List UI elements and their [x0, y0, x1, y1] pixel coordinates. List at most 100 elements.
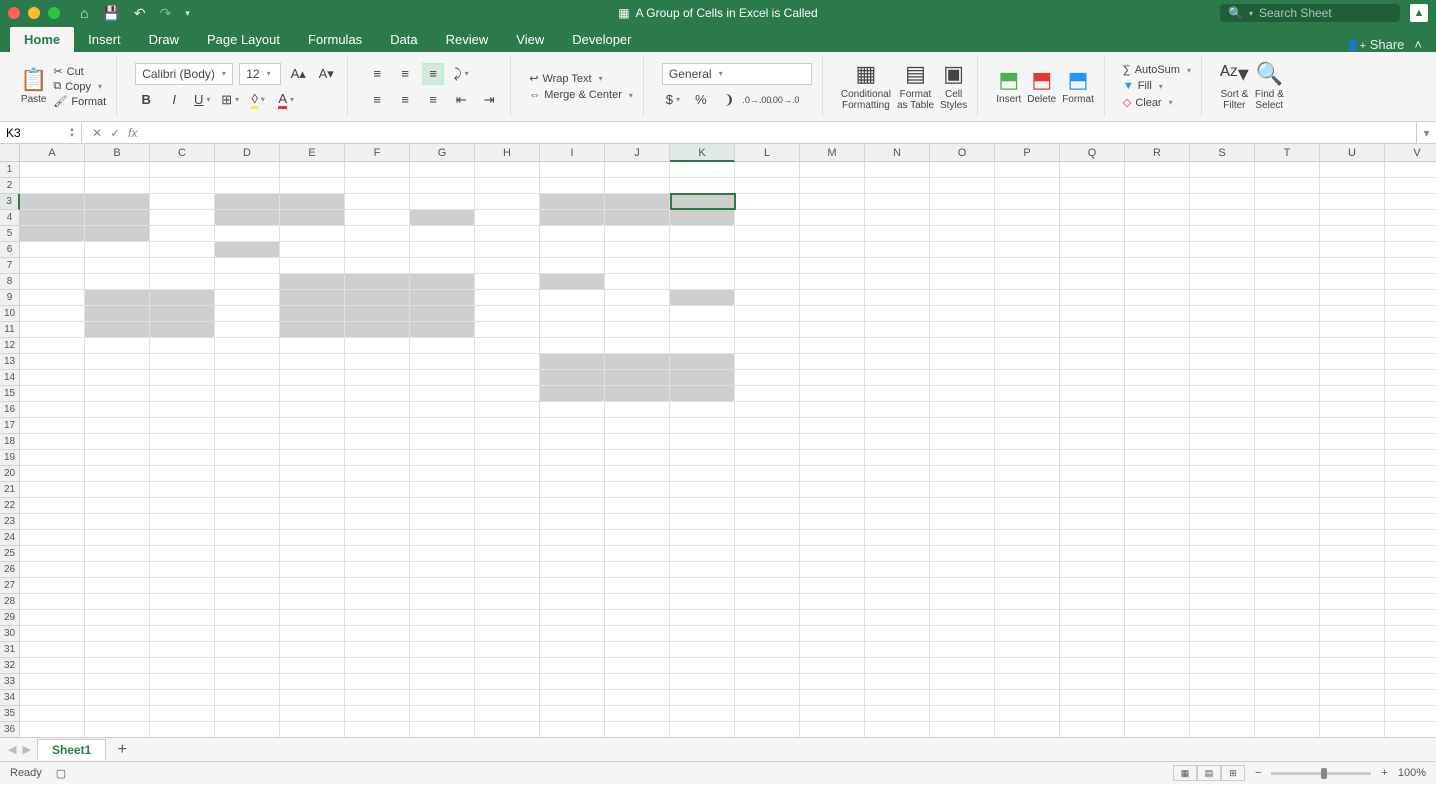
- cell-R16[interactable]: [1125, 402, 1190, 418]
- cell-U17[interactable]: [1320, 418, 1385, 434]
- cell-C1[interactable]: [150, 162, 215, 178]
- cell-L5[interactable]: [735, 226, 800, 242]
- cell-K23[interactable]: [670, 514, 735, 530]
- cell-C4[interactable]: [150, 210, 215, 226]
- cell-V23[interactable]: [1385, 514, 1436, 530]
- cell-D20[interactable]: [215, 466, 280, 482]
- cell-P3[interactable]: [995, 194, 1060, 210]
- cell-K16[interactable]: [670, 402, 735, 418]
- cell-N3[interactable]: [865, 194, 930, 210]
- cell-S23[interactable]: [1190, 514, 1255, 530]
- cell-O28[interactable]: [930, 594, 995, 610]
- row-header-26[interactable]: 26: [0, 562, 20, 578]
- close-window-icon[interactable]: [8, 7, 20, 19]
- zoom-slider[interactable]: [1271, 772, 1371, 775]
- cell-R31[interactable]: [1125, 642, 1190, 658]
- tab-home[interactable]: Home: [10, 27, 74, 52]
- cell-E8[interactable]: [280, 274, 345, 290]
- find-select-button[interactable]: 🔍Find & Select: [1255, 62, 1284, 110]
- cell-E29[interactable]: [280, 610, 345, 626]
- cell-O35[interactable]: [930, 706, 995, 722]
- cell-N2[interactable]: [865, 178, 930, 194]
- cell-D24[interactable]: [215, 530, 280, 546]
- search-box[interactable]: 🔍 ▾ Search Sheet: [1220, 4, 1400, 22]
- cell-K34[interactable]: [670, 690, 735, 706]
- cell-S24[interactable]: [1190, 530, 1255, 546]
- cell-B27[interactable]: [85, 578, 150, 594]
- cell-D10[interactable]: [215, 306, 280, 322]
- cell-S13[interactable]: [1190, 354, 1255, 370]
- cell-T25[interactable]: [1255, 546, 1320, 562]
- cell-H27[interactable]: [475, 578, 540, 594]
- cell-S15[interactable]: [1190, 386, 1255, 402]
- cell-C26[interactable]: [150, 562, 215, 578]
- cell-Q28[interactable]: [1060, 594, 1125, 610]
- cell-P1[interactable]: [995, 162, 1060, 178]
- cell-R21[interactable]: [1125, 482, 1190, 498]
- cell-K33[interactable]: [670, 674, 735, 690]
- font-size-combo[interactable]: 12: [239, 63, 281, 85]
- cell-S1[interactable]: [1190, 162, 1255, 178]
- cell-P14[interactable]: [995, 370, 1060, 386]
- cell-F30[interactable]: [345, 626, 410, 642]
- cell-I30[interactable]: [540, 626, 605, 642]
- cell-K21[interactable]: [670, 482, 735, 498]
- cell-U14[interactable]: [1320, 370, 1385, 386]
- cell-T3[interactable]: [1255, 194, 1320, 210]
- cell-U30[interactable]: [1320, 626, 1385, 642]
- currency-icon[interactable]: $: [662, 89, 684, 111]
- cell-J5[interactable]: [605, 226, 670, 242]
- cell-I28[interactable]: [540, 594, 605, 610]
- cell-T13[interactable]: [1255, 354, 1320, 370]
- cell-F22[interactable]: [345, 498, 410, 514]
- column-header-L[interactable]: L: [735, 144, 800, 162]
- cell-E11[interactable]: [280, 322, 345, 338]
- cell-E34[interactable]: [280, 690, 345, 706]
- cell-V22[interactable]: [1385, 498, 1436, 514]
- font-name-combo[interactable]: Calibri (Body): [135, 63, 233, 85]
- cell-Q13[interactable]: [1060, 354, 1125, 370]
- cell-E15[interactable]: [280, 386, 345, 402]
- cell-M20[interactable]: [800, 466, 865, 482]
- cell-D19[interactable]: [215, 450, 280, 466]
- cell-N5[interactable]: [865, 226, 930, 242]
- cell-H19[interactable]: [475, 450, 540, 466]
- cell-H1[interactable]: [475, 162, 540, 178]
- cell-P12[interactable]: [995, 338, 1060, 354]
- cell-I18[interactable]: [540, 434, 605, 450]
- cell-styles-button[interactable]: ▣Cell Styles: [940, 62, 967, 110]
- cell-C17[interactable]: [150, 418, 215, 434]
- tab-page-layout[interactable]: Page Layout: [193, 27, 294, 52]
- cell-F28[interactable]: [345, 594, 410, 610]
- cell-G17[interactable]: [410, 418, 475, 434]
- cell-J10[interactable]: [605, 306, 670, 322]
- cell-G31[interactable]: [410, 642, 475, 658]
- cell-E27[interactable]: [280, 578, 345, 594]
- cell-B21[interactable]: [85, 482, 150, 498]
- cell-D9[interactable]: [215, 290, 280, 306]
- cell-D7[interactable]: [215, 258, 280, 274]
- cell-H6[interactable]: [475, 242, 540, 258]
- cell-D33[interactable]: [215, 674, 280, 690]
- collapse-ribbon-icon[interactable]: ˄: [1414, 37, 1422, 52]
- cell-V1[interactable]: [1385, 162, 1436, 178]
- cell-M35[interactable]: [800, 706, 865, 722]
- cell-S27[interactable]: [1190, 578, 1255, 594]
- cell-O9[interactable]: [930, 290, 995, 306]
- cell-J3[interactable]: [605, 194, 670, 210]
- cell-I25[interactable]: [540, 546, 605, 562]
- cell-U2[interactable]: [1320, 178, 1385, 194]
- cell-M33[interactable]: [800, 674, 865, 690]
- cell-N14[interactable]: [865, 370, 930, 386]
- cell-C19[interactable]: [150, 450, 215, 466]
- cell-B2[interactable]: [85, 178, 150, 194]
- cell-R36[interactable]: [1125, 722, 1190, 738]
- cell-A20[interactable]: [20, 466, 85, 482]
- cell-V8[interactable]: [1385, 274, 1436, 290]
- cell-L13[interactable]: [735, 354, 800, 370]
- cell-M2[interactable]: [800, 178, 865, 194]
- cell-C18[interactable]: [150, 434, 215, 450]
- cell-K4[interactable]: [670, 210, 735, 226]
- row-header-30[interactable]: 30: [0, 626, 20, 642]
- column-header-A[interactable]: A: [20, 144, 85, 162]
